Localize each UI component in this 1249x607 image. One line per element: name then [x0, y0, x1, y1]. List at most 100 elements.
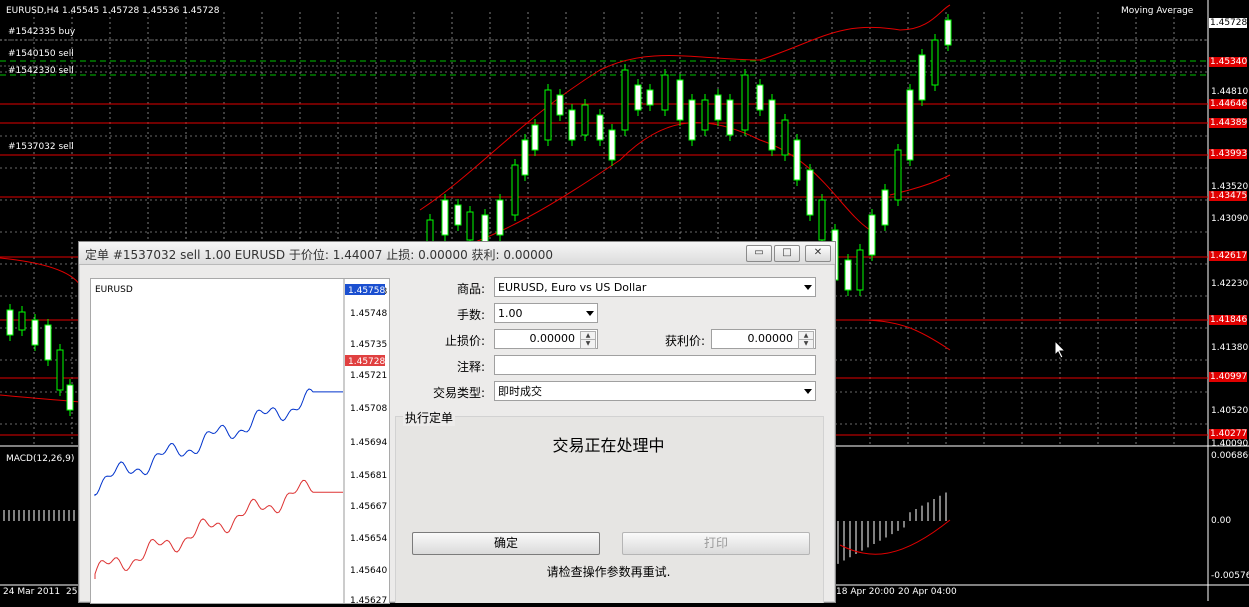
candle-body [496, 199, 504, 236]
candle-body [931, 39, 939, 86]
symbol-select[interactable]: EURUSD, Euro vs US Dollar [494, 277, 816, 297]
candle-body [781, 119, 789, 156]
macd-axis-label: 0.006866 [1211, 451, 1249, 461]
spin-down-icon[interactable]: ▼ [580, 339, 596, 349]
candle-body [521, 139, 529, 176]
candle-body [768, 99, 776, 151]
symbol-label: 商品: [456, 282, 485, 296]
print-button[interactable]: 打印 [622, 532, 810, 555]
mini-axis-label: 1.45640 [350, 566, 387, 576]
candle-body [894, 149, 902, 201]
time-label: 20 Apr 04:00 [898, 587, 957, 597]
price-axis-label: 1.40277 [1209, 429, 1248, 439]
ask-price-label: 1.45758 [348, 286, 385, 296]
retry-message: 请检查操作参数再重试. [546, 565, 671, 579]
price-axis-label: 1.44810 [1211, 87, 1249, 97]
candle-body [818, 199, 826, 241]
ok-button[interactable]: 确定 [412, 532, 600, 555]
order-type-value: 即时成交 [498, 385, 542, 398]
candle-body [646, 89, 654, 106]
candle-body [741, 74, 749, 131]
price-axis-label: 1.41846 [1209, 315, 1248, 325]
candle-body [806, 169, 814, 216]
minimize-icon: ▭ [754, 247, 764, 258]
mini-axis-label: 1.45735 [350, 340, 387, 350]
macd-label: MACD(12,26,9) [6, 454, 75, 464]
mini-axis-label: 1.45708 [350, 404, 387, 414]
candle-body [568, 109, 576, 141]
candle-body [844, 259, 852, 291]
volume-label: 手数: [456, 308, 485, 322]
dialog-title: 定单 #1537032 sell 1.00 EURUSD 于价位: 1.4400… [85, 248, 554, 262]
bid-price-label: 1.45728 [348, 357, 385, 367]
candle-body [868, 214, 876, 256]
time-label: 18 Apr 20:00 [836, 587, 895, 597]
mini-axis-label: 1.45667 [350, 502, 387, 512]
comment-input[interactable] [494, 355, 816, 375]
maximize-button[interactable]: □ [774, 245, 800, 262]
mini-chart-symbol: EURUSD [95, 285, 133, 295]
ask-line [94, 388, 343, 497]
minimize-button[interactable]: ▭ [746, 245, 772, 262]
candle-body [454, 204, 462, 226]
candle-body [56, 349, 64, 391]
candle-body [944, 19, 952, 46]
order-label: #1537032 sell [8, 142, 74, 152]
volume-value: 1.00 [498, 307, 523, 320]
candle-body [793, 139, 801, 181]
candle-body [581, 104, 589, 136]
tick-chart: 1.45758 1.45748 1.45735 1.45721 1.45708 1.456… [90, 278, 390, 606]
candle-body [918, 54, 926, 101]
dialog-titlebar[interactable]: 定单 #1537032 sell 1.00 EURUSD 于价位: 1.4400… [79, 242, 835, 265]
order-type-select[interactable]: 即时成交 [494, 381, 816, 401]
candle-body [608, 129, 616, 161]
chart-header: EURUSD,H4 1.45545 1.45728 1.45536 1.4572… [6, 6, 220, 16]
candle-body [726, 99, 734, 136]
macd-axis-label: 0.00 [1211, 516, 1232, 526]
maximize-icon: □ [782, 247, 792, 258]
band-line [859, 319, 951, 351]
chevron-down-icon [804, 389, 812, 394]
candle-body [441, 199, 449, 236]
candle-body [466, 211, 474, 241]
stop-loss-field[interactable]: 0.00000 ▲ ▼ [494, 329, 598, 349]
candle-body [31, 319, 39, 346]
candle-body [596, 114, 604, 141]
indicator-label: Moving Average [1121, 6, 1194, 16]
candle-body [701, 99, 709, 131]
candle-body [714, 94, 722, 121]
candle-body [688, 99, 696, 141]
candle-body [511, 164, 519, 216]
price-axis-label: 1.40997 [1209, 372, 1248, 382]
close-icon: ✕ [813, 247, 823, 258]
candle-body [756, 84, 764, 111]
order-label: #1540150 sell [8, 49, 74, 59]
status-text: 交易正在处理中 [552, 436, 665, 455]
candle-body [18, 311, 26, 331]
order-dialog: 定单 #1537032 sell 1.00 EURUSD 于价位: 1.4400… [78, 241, 836, 606]
stop-loss-label: 止损价: [444, 334, 485, 348]
price-axis-label: 1.43090 [1211, 214, 1249, 224]
close-button[interactable]: ✕ [805, 245, 831, 262]
band-line [0, 257, 81, 286]
order-type-label: 交易类型: [432, 386, 485, 400]
spin-down-icon[interactable]: ▼ [798, 339, 814, 349]
price-axis-label: 1.43993 [1209, 149, 1248, 159]
candle-body [856, 249, 864, 291]
take-profit-field[interactable]: 0.00000 ▲ ▼ [711, 329, 816, 349]
mini-axis-label: 1.45681 [350, 471, 387, 481]
price-axis-label: 1.41380 [1211, 343, 1249, 353]
candle-body [676, 79, 684, 121]
price-axis-label: 1.40520 [1211, 406, 1249, 416]
bid-line [94, 479, 343, 579]
tick-chart-plot: 1.45758 1.45748 1.45735 1.45721 1.45708 1.456… [94, 279, 387, 606]
price-axis-label: 1.42230 [1211, 279, 1249, 289]
symbol-value: EURUSD, Euro vs US Dollar [498, 281, 647, 294]
execution-group-label: 执行定单 [403, 409, 456, 426]
price-axis-label: 1.44389 [1209, 118, 1248, 128]
candle-body [556, 94, 564, 116]
price-axis-label: 1.42617 [1209, 251, 1248, 261]
volume-select[interactable]: 1.00 [494, 303, 598, 323]
candle-body [881, 189, 889, 226]
candle-body [6, 309, 14, 336]
